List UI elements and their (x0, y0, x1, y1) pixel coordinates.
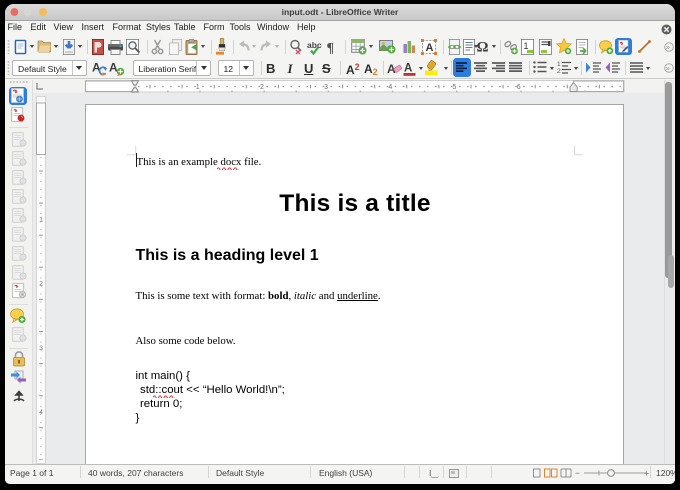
svg-text:A: A (426, 42, 434, 54)
svg-text:Ω: Ω (477, 40, 489, 56)
svg-text:3: 3 (324, 84, 328, 91)
svg-text:¶: ¶ (327, 41, 335, 55)
svg-text:2: 2 (260, 84, 264, 91)
svg-text:1: 1 (196, 84, 200, 91)
svg-text:2: 2 (39, 281, 43, 288)
svg-text:1: 1 (39, 217, 43, 224)
svg-text:»: » (666, 43, 670, 52)
svg-text:A: A (109, 61, 118, 75)
svg-text:1: 1 (557, 61, 561, 68)
svg-text:»: » (666, 64, 670, 73)
svg-text:2: 2 (557, 68, 561, 74)
svg-text:abc: abc (307, 40, 322, 50)
svg-text:4: 4 (388, 84, 392, 91)
svg-text:1: 1 (524, 41, 529, 51)
svg-text:5: 5 (453, 84, 457, 91)
svg-text:3: 3 (39, 345, 43, 352)
svg-text:A: A (404, 63, 412, 75)
svg-text:6: 6 (517, 84, 521, 91)
svg-text:4: 4 (39, 409, 43, 416)
